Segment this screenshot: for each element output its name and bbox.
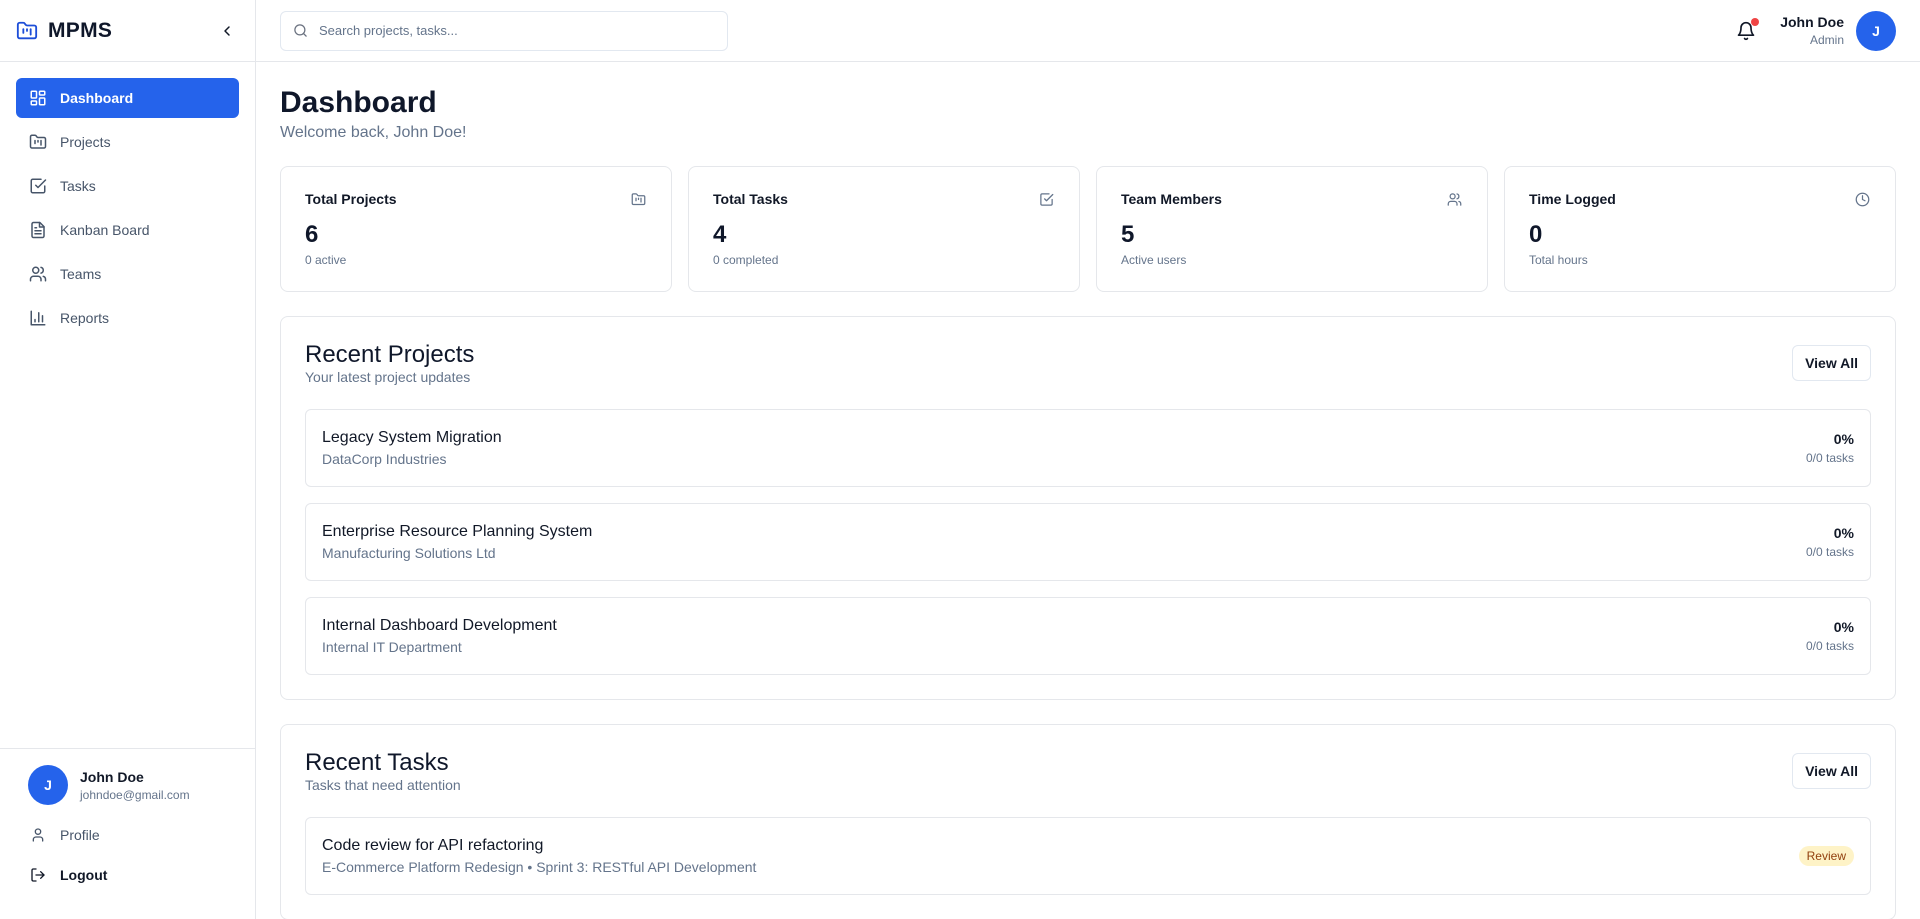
users-icon [1447, 191, 1463, 207]
stat-value: 0 [1529, 221, 1543, 248]
users-icon [28, 264, 48, 284]
sidebar-item-teams[interactable]: Teams [16, 254, 239, 294]
check-square-icon [28, 176, 48, 196]
project-tasks: 0/0 tasks [1805, 639, 1854, 653]
notification-dot [1751, 17, 1760, 26]
project-row[interactable]: Legacy System Migration DataCorp Industr… [305, 409, 1871, 487]
sidebar-user: J John Doe johndoe@gmail.com [16, 765, 240, 805]
header-right: John Doe Admin J [1734, 10, 1896, 51]
logout-button[interactable]: Logout [16, 855, 240, 895]
project-name: Enterprise Resource Planning System [322, 523, 593, 540]
folder-kanban-icon [16, 19, 40, 43]
sidebar-footer: J John Doe johndoe@gmail.com Profile Log… [0, 748, 256, 919]
stat-sub: Active users [1121, 253, 1187, 267]
main-content: Dashboard Welcome back, John Doe! Total … [256, 62, 1920, 919]
project-row[interactable]: Enterprise Resource Planning System Manu… [305, 503, 1871, 581]
sidebar-user-email: johndoe@gmail.com [80, 787, 190, 802]
task-context: E-Commerce Platform Redesign • Sprint 3:… [322, 859, 757, 875]
sidebar-user-name: John Doe [80, 768, 144, 785]
project-tasks: 0/0 tasks [1805, 545, 1854, 559]
top-header: John Doe Admin J [256, 0, 1920, 62]
page-subtitle: Welcome back, John Doe! [280, 124, 467, 141]
project-progress: 0% [1833, 431, 1854, 447]
profile-label: Profile [60, 827, 100, 843]
sidebar-item-kanban-board[interactable]: Kanban Board [16, 210, 239, 250]
stat-card-total-tasks: Total Tasks 4 0 completed [688, 166, 1080, 292]
brand-bar: MPMS [0, 0, 255, 62]
folder-kanban-icon [631, 191, 647, 207]
folder-kanban-icon [28, 132, 48, 152]
sidebar-item-projects[interactable]: Projects [16, 122, 239, 162]
stat-value: 6 [305, 221, 319, 248]
sidebar-item-label: Tasks [60, 178, 96, 194]
project-progress: 0% [1833, 619, 1854, 635]
recent-tasks-title: Recent Tasks [305, 749, 449, 776]
project-client: DataCorp Industries [322, 451, 447, 467]
page-title: Dashboard [280, 86, 437, 119]
stat-card-total-projects: Total Projects 6 0 active [280, 166, 672, 292]
user-icon [28, 825, 48, 845]
project-name: Legacy System Migration [322, 429, 502, 446]
sidebar-item-label: Kanban Board [60, 222, 150, 238]
profile-link[interactable]: Profile [16, 815, 240, 855]
project-name: Internal Dashboard Development [322, 617, 557, 634]
logout-label: Logout [60, 867, 108, 883]
stat-label: Team Members [1121, 191, 1222, 207]
notification-button[interactable] [1734, 17, 1760, 43]
search-icon [293, 23, 309, 39]
sidebar-item-label: Teams [60, 266, 102, 282]
recent-projects-title: Recent Projects [305, 341, 475, 368]
stat-card-time-logged: Time Logged 0 Total hours [1504, 166, 1896, 292]
stat-label: Time Logged [1529, 191, 1616, 207]
stat-sub: Total hours [1529, 253, 1588, 267]
project-progress: 0% [1833, 525, 1854, 541]
brand-name: MPMS [48, 18, 113, 42]
stat-sub: 0 active [305, 253, 347, 267]
sidebar-item-reports[interactable]: Reports [16, 298, 239, 338]
view-all-tasks-button[interactable]: View All [1792, 753, 1871, 789]
recent-tasks-card: Recent Tasks Tasks that need attention V… [280, 724, 1896, 919]
stat-label: Total Projects [305, 191, 397, 207]
stat-sub: 0 completed [713, 253, 779, 267]
task-name: Code review for API refactoring [322, 837, 544, 854]
search-input[interactable] [319, 23, 709, 38]
sidebar-item-dashboard[interactable]: Dashboard [16, 78, 239, 118]
sidebar: MPMS Dashboard Projects Tasks Kanban Boa… [0, 0, 256, 919]
sidebar-item-label: Projects [60, 134, 111, 150]
recent-projects-list: Legacy System Migration DataCorp Industr… [305, 409, 1871, 675]
stats-row: Total Projects 6 0 active Total Tasks 4 … [280, 166, 1896, 292]
header-avatar[interactable]: J [1856, 10, 1896, 51]
project-client: Manufacturing Solutions Ltd [322, 545, 496, 561]
chevron-left-icon[interactable] [215, 19, 239, 43]
log-out-icon [28, 865, 48, 885]
view-all-projects-button[interactable]: View All [1792, 345, 1871, 381]
status-badge: Review [1798, 846, 1854, 866]
sidebar-nav: Dashboard Projects Tasks Kanban Board Te… [0, 62, 255, 338]
stat-value: 4 [713, 221, 727, 248]
recent-projects-subtitle: Your latest project updates [305, 369, 471, 385]
sidebar-item-label: Reports [60, 310, 110, 326]
bar-chart-icon [28, 308, 48, 328]
sidebar-item-label: Dashboard [60, 90, 134, 106]
sidebar-item-tasks[interactable]: Tasks [16, 166, 239, 206]
layout-dashboard-icon [28, 88, 48, 108]
stat-card-team-members: Team Members 5 Active users [1096, 166, 1488, 292]
header-user-name: John Doe [1780, 14, 1844, 30]
header-user-role: Admin [1809, 33, 1844, 47]
recent-tasks-list: Code review for API refactoring E-Commer… [305, 817, 1871, 895]
avatar: J [28, 765, 68, 805]
search-box[interactable] [280, 10, 728, 51]
check-square-icon [1039, 191, 1055, 207]
header-user: John Doe Admin [1780, 14, 1844, 47]
recent-tasks-subtitle: Tasks that need attention [305, 777, 461, 793]
recent-projects-card: Recent Projects Your latest project upda… [280, 316, 1896, 700]
project-row[interactable]: Internal Dashboard Development Internal … [305, 597, 1871, 675]
stat-value: 5 [1121, 221, 1135, 248]
task-row[interactable]: Code review for API refactoring E-Commer… [305, 817, 1871, 895]
project-client: Internal IT Department [322, 639, 462, 655]
clock-icon [1855, 191, 1871, 207]
file-text-icon [28, 220, 48, 240]
stat-label: Total Tasks [713, 191, 788, 207]
project-tasks: 0/0 tasks [1805, 451, 1854, 465]
